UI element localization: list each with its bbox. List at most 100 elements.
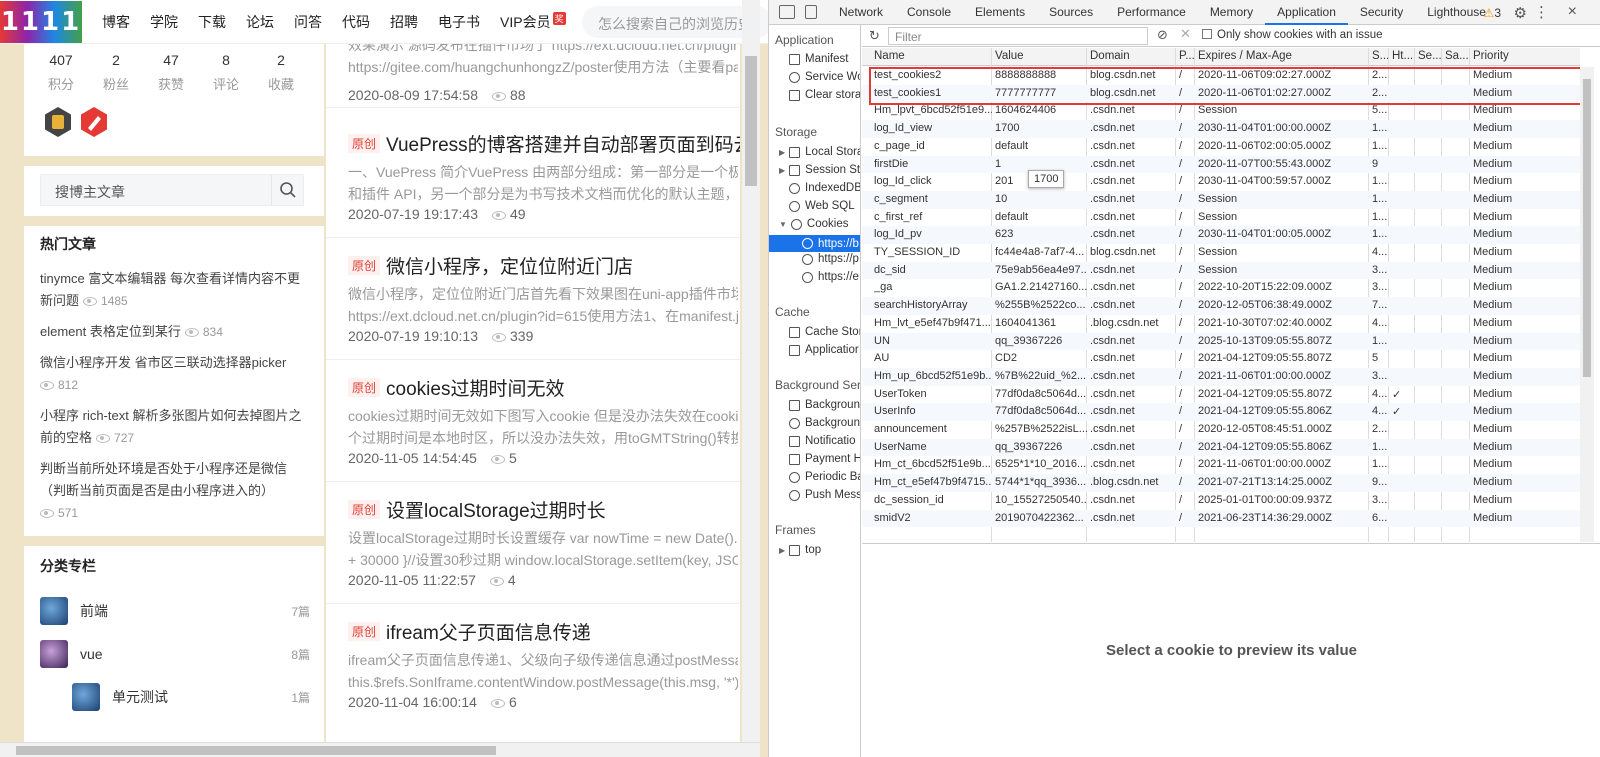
sidebar-item-cookie-site-3[interactable]: https://e bbox=[802, 271, 859, 283]
category-frontend[interactable]: 前端 7篇 bbox=[40, 596, 310, 626]
tab-application[interactable]: Application bbox=[1265, 0, 1348, 25]
cookie-row[interactable]: c_segment 10 .csdn.net / Session 1... Medium bbox=[862, 190, 1580, 209]
cookie-row[interactable]: UserInfo 77df0da8c5064d... .csdn.net / 2021-… bbox=[862, 403, 1580, 421]
cookie-table-scroll-thumb[interactable] bbox=[1583, 79, 1591, 377]
sidebar-item-push-messaging[interactable]: Push Messa bbox=[789, 489, 860, 501]
cookie-row[interactable]: log_Id_view 1700 .csdn.net / 2030-11-04T01:0… bbox=[862, 120, 1580, 138]
stat-favorites[interactable]: 2 收藏 bbox=[256, 52, 306, 93]
cookie-row[interactable]: c_first_ref default .csdn.net / Session 1... M… bbox=[862, 209, 1580, 227]
page-vertical-scrollbar[interactable] bbox=[742, 0, 760, 757]
refresh-icon[interactable]: ↻ bbox=[869, 28, 880, 44]
cookie-row[interactable]: Hm_lvt_e5ef47b9f471... 1604041361 .blog.cs… bbox=[862, 315, 1580, 333]
cookie-row[interactable]: c_page_id default .csdn.net / 2020-11-06T02:… bbox=[862, 138, 1580, 156]
nav-forum[interactable]: 论坛 bbox=[246, 12, 274, 32]
sidebar-item-periodic-sync[interactable]: Periodic Ba bbox=[789, 471, 860, 483]
nav-code[interactable]: 代码 bbox=[342, 12, 370, 32]
pen-badge-icon[interactable] bbox=[78, 106, 110, 138]
cookie-row[interactable]: dc_session_id 10_15527250540... .csdn.net /… bbox=[862, 492, 1580, 510]
sidebar-item-websql[interactable]: Web SQL bbox=[789, 200, 855, 212]
hot-article-link[interactable]: element 表格定位到某行 834 bbox=[40, 321, 310, 343]
hot-article-link[interactable]: 小程序 rich-text 解析多张图片如何去掉图片之前的空格 727 bbox=[40, 405, 310, 449]
checkbox-icon[interactable] bbox=[1202, 29, 1212, 39]
article-item[interactable]: 原创 微信小程序，定位位附近门店 微信小程序，定位位附近门店首先看下效果图在uni… bbox=[326, 238, 740, 360]
device-toolbar-icon[interactable] bbox=[805, 5, 817, 19]
close-icon[interactable]: × bbox=[1568, 3, 1577, 21]
cookie-row[interactable]: Hm_up_6bcd52f51e9b... %7B%22uid_%2... .csd… bbox=[862, 367, 1580, 386]
only-issues-checkbox[interactable]: Only show cookies with an issue bbox=[1202, 29, 1383, 41]
sidebar-item-frame-top[interactable]: ▶ top bbox=[779, 544, 821, 556]
article-title[interactable]: 原创 微信小程序，定位位附近门店 bbox=[348, 252, 633, 279]
cookie-row[interactable]: dc_sid 75e9ab56ea4e97... .csdn.net / Session… bbox=[862, 261, 1580, 280]
sidebar-item-cookie-site-2[interactable]: https://p bbox=[802, 253, 859, 265]
tab-elements[interactable]: Elements bbox=[963, 0, 1037, 25]
sidebar-item-indexeddb[interactable]: IndexedDB bbox=[789, 182, 860, 194]
cookie-row[interactable]: smidV2 2019070422362... .csdn.net / 2021-06-… bbox=[862, 509, 1580, 528]
warnings-counter[interactable]: ⚠3 bbox=[1484, 6, 1501, 20]
sidebar-item-clear-storage[interactable]: Clear stora bbox=[789, 89, 860, 101]
cookie-row[interactable]: UserToken 77df0da8c5064d... .csdn.net / 2021… bbox=[862, 386, 1580, 404]
nav-qa[interactable]: 问答 bbox=[294, 12, 322, 32]
hot-article-link[interactable]: 微信小程序开发 省市区三联动选择器picker 812 bbox=[40, 352, 310, 396]
cookie-row[interactable]: UN qq_39367226 .csdn.net / 2025-10-13T09:05:… bbox=[862, 332, 1580, 351]
tab-network[interactable]: Network bbox=[827, 0, 895, 25]
more-options-icon[interactable]: ⋮ bbox=[1534, 3, 1549, 21]
article-item[interactable]: 效果演示 源码发布在插件市场了 https://ext.dcloud.net.c… bbox=[326, 44, 740, 108]
article-title[interactable]: 原创 设置localStorage过期时长 bbox=[348, 496, 606, 523]
page-horizontal-scroll-thumb[interactable] bbox=[16, 746, 496, 755]
cookie-table-scrollbar[interactable] bbox=[1580, 67, 1594, 542]
site-search-input[interactable]: 怎么搜索自己的浏览历史 bbox=[582, 6, 768, 38]
article-title[interactable]: 原创 cookies过期时间无效 bbox=[348, 374, 564, 401]
cookie-row[interactable]: UserName qq_39367226 .csdn.net / 2021-04-12T… bbox=[862, 438, 1580, 457]
hot-article-link[interactable]: 判断当前所处环境是否处于小程序还是微信（判断当前页面是否是由小程序进入的） 571 bbox=[40, 458, 310, 524]
article-title[interactable]: 原创 ifream父子页面信息传递 bbox=[348, 618, 591, 645]
expand-arrow-icon[interactable]: ▶ bbox=[779, 148, 785, 157]
page-vertical-scroll-thumb[interactable] bbox=[745, 56, 757, 186]
tab-memory[interactable]: Memory bbox=[1198, 0, 1265, 25]
stat-likes[interactable]: 47 获赞 bbox=[146, 52, 196, 93]
cookie-row[interactable]: Hm_ct_e5ef47b9f4715... 5744*1*qq_3936....… bbox=[862, 474, 1580, 492]
gear-icon[interactable]: ⚙ bbox=[1514, 4, 1527, 22]
cookie-row[interactable]: Hm_ct_6bcd52f51e9b... 6525*1*10_2016... .c… bbox=[862, 456, 1580, 474]
stat-points[interactable]: 407 积分 bbox=[36, 52, 86, 93]
category-unit-test[interactable]: 单元测试 1篇 bbox=[72, 682, 310, 712]
search-icon[interactable] bbox=[271, 175, 303, 205]
cookie-filter-input[interactable]: Filter bbox=[888, 27, 1148, 45]
nav-jobs[interactable]: 招聘 bbox=[390, 12, 418, 32]
collapse-arrow-icon[interactable]: ▼ bbox=[779, 220, 787, 229]
expand-arrow-icon[interactable]: ▶ bbox=[779, 166, 785, 175]
nav-vip[interactable]: VIP会员奖 bbox=[500, 11, 566, 32]
inspect-element-icon[interactable] bbox=[779, 5, 795, 19]
cookie-row[interactable]: AU CD2 .csdn.net / 2021-04-12T09:05:55.807Z 5… bbox=[862, 350, 1580, 368]
tab-sources[interactable]: Sources bbox=[1037, 0, 1105, 25]
hexagon-badge-icon[interactable] bbox=[42, 106, 74, 138]
site-logo[interactable]: 1111 bbox=[0, 0, 82, 43]
nav-academy[interactable]: 学院 bbox=[150, 12, 178, 32]
sidebar-item-cookie-site-blog[interactable]: https://b bbox=[769, 235, 860, 252]
cookie-row[interactable]: log_Id_pv 623 .csdn.net / 2030-11-04T01:00:0… bbox=[862, 226, 1580, 244]
cookie-row[interactable]: TY_SESSION_ID fc44e4a8-7af7-4... blog.csdn… bbox=[862, 244, 1580, 262]
page-horizontal-scrollbar[interactable] bbox=[0, 742, 760, 757]
article-item[interactable]: 原创 设置localStorage过期时长 设置localStorage过期时长设… bbox=[326, 482, 740, 604]
sidebar-item-bg-fetch[interactable]: Backgroun bbox=[789, 399, 860, 411]
sidebar-item-app-cache[interactable]: Applicatior bbox=[789, 344, 859, 356]
sidebar-item-cache-storage[interactable]: Cache Stor bbox=[789, 326, 860, 338]
author-search-input[interactable]: 搜博主文章 bbox=[40, 174, 304, 206]
stat-fans[interactable]: 2 粉丝 bbox=[91, 52, 141, 93]
cookie-row[interactable]: firstDie 1 .csdn.net/2020-11-07T00:55:43.0… bbox=[862, 155, 1580, 174]
sidebar-item-payment-handler[interactable]: Payment H bbox=[789, 453, 860, 465]
article-title[interactable]: 原创 VuePress的博客搭建并自动部署页面到码云 bbox=[348, 130, 740, 157]
sidebar-item-local-storage[interactable]: ▶ Local Stora bbox=[779, 146, 860, 158]
cookie-row[interactable]: log_Id_click 201 .csdn.net/2030-11-04T00:5… bbox=[862, 173, 1580, 191]
sidebar-item-session-storage[interactable]: ▶ Session Sto bbox=[779, 164, 860, 176]
hot-article-link[interactable]: tinymce 富文本编辑器 每次查看详情内容不更新问题 1485 bbox=[40, 268, 310, 312]
cookie-row[interactable]: searchHistoryArray %255B%2522co... .csdn.n… bbox=[862, 297, 1580, 315]
sidebar-item-cookies[interactable]: ▼ Cookies bbox=[779, 218, 848, 230]
cookie-row[interactable]: announcement %257B%2522isL... .csdn.net / 20… bbox=[862, 421, 1580, 439]
article-item[interactable]: 原创 VuePress的博客搭建并自动部署页面到码云 一、VuePress 简介V… bbox=[326, 116, 740, 238]
sidebar-item-manifest[interactable]: Manifest bbox=[789, 53, 848, 65]
tab-console[interactable]: Console bbox=[895, 0, 963, 25]
tab-security[interactable]: Security bbox=[1348, 0, 1415, 25]
article-item[interactable]: 原创 cookies过期时间无效 cookies过期时间无效如下图写入cookie… bbox=[326, 360, 740, 482]
delete-selected-icon[interactable]: ✕ bbox=[1180, 26, 1191, 42]
stat-comments[interactable]: 8 评论 bbox=[201, 52, 251, 93]
